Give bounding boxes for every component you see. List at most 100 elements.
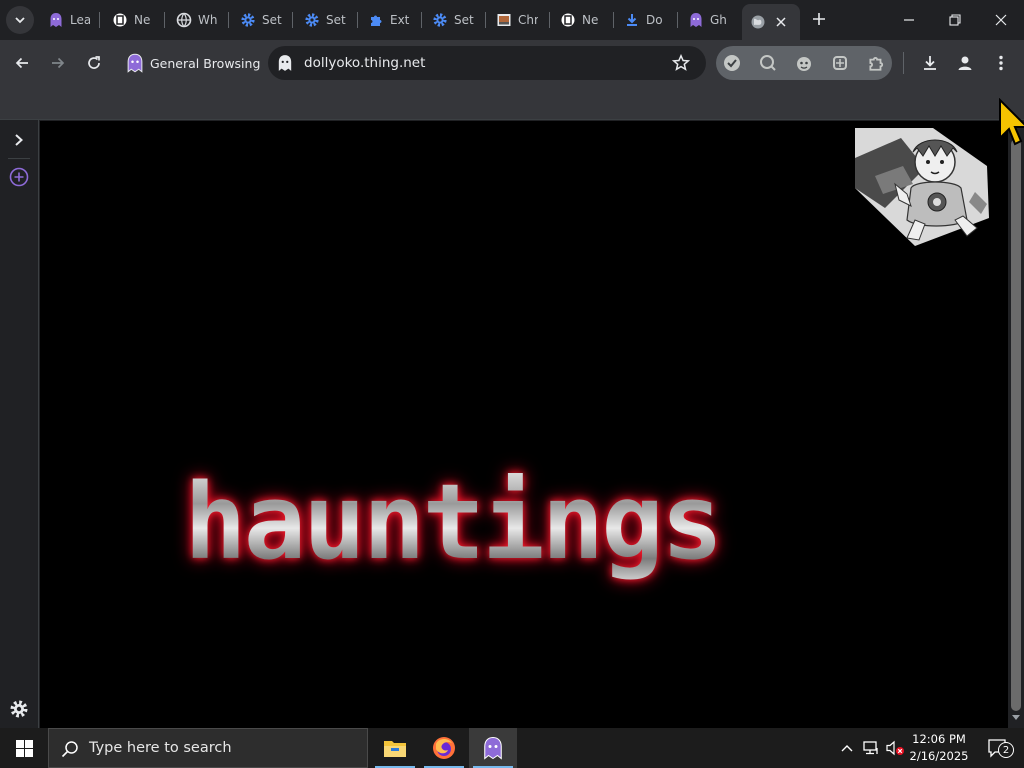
plus-circle-icon bbox=[9, 167, 29, 187]
star-icon bbox=[672, 54, 690, 71]
tab-title: Do bbox=[646, 13, 663, 27]
globe-icon bbox=[176, 12, 192, 28]
tab-title: Chr bbox=[518, 13, 538, 27]
clock-time: 12:06 PM bbox=[912, 732, 966, 746]
add-panel-button[interactable] bbox=[8, 166, 30, 188]
restore-icon bbox=[949, 14, 961, 26]
tab-title: Set bbox=[326, 13, 346, 27]
taskbar-search-box[interactable]: Type here to search bbox=[48, 728, 368, 768]
url-text[interactable]: dollyoko.thing.net bbox=[304, 55, 425, 71]
scroll-down-arrow-icon[interactable] bbox=[1012, 713, 1020, 721]
bookmark-star-button[interactable] bbox=[672, 54, 690, 72]
hauntings-headline: hauntings bbox=[184, 461, 724, 583]
minimize-button[interactable] bbox=[886, 0, 932, 40]
restore-button[interactable] bbox=[932, 0, 978, 40]
tab-2[interactable]: Ne bbox=[104, 6, 162, 34]
tab-separator bbox=[99, 12, 100, 28]
puzzle-icon bbox=[368, 12, 384, 28]
magnifier-icon bbox=[760, 55, 776, 71]
reload-icon bbox=[88, 56, 100, 69]
chrome-menu-button[interactable] bbox=[986, 48, 1016, 78]
check-circle-icon bbox=[724, 55, 740, 71]
face-icon bbox=[797, 57, 811, 71]
back-button[interactable] bbox=[7, 48, 37, 78]
tab-strip: Lea Ne Wh Set Set Ext Set Chr Ne Do Gh bbox=[0, 0, 1024, 40]
profile-chip[interactable]: General Browsing bbox=[118, 48, 268, 78]
tab-title: Wh bbox=[198, 13, 218, 27]
start-button[interactable] bbox=[0, 728, 48, 768]
close-icon bbox=[776, 17, 786, 27]
toolbar-divider bbox=[903, 52, 904, 74]
tab-6[interactable]: Ext bbox=[360, 6, 418, 34]
volume-muted-icon bbox=[886, 740, 904, 756]
mouse-cursor-icon bbox=[999, 98, 1024, 146]
extensions-menu-button[interactable] bbox=[864, 51, 888, 75]
forward-button[interactable] bbox=[43, 48, 73, 78]
sidebar-settings-button[interactable] bbox=[8, 698, 30, 720]
tab-4[interactable]: Set bbox=[232, 6, 290, 34]
close-tab-button[interactable] bbox=[776, 17, 786, 27]
arrow-right-icon bbox=[52, 57, 65, 69]
tab-7[interactable]: Set bbox=[424, 6, 482, 34]
sidebar-divider bbox=[8, 158, 30, 159]
volume-tray-button[interactable] bbox=[885, 738, 905, 758]
tab-10[interactable]: Do bbox=[616, 6, 674, 34]
address-bar[interactable]: dollyoko.thing.net bbox=[268, 46, 706, 80]
gear-icon bbox=[240, 12, 256, 28]
person-icon bbox=[958, 56, 972, 70]
tab-5[interactable]: Set bbox=[296, 6, 354, 34]
page-scrollbar[interactable] bbox=[1008, 121, 1024, 728]
ghost-icon bbox=[48, 12, 64, 28]
kebab-menu-icon bbox=[999, 55, 1003, 71]
taskbar-ghost-browser[interactable] bbox=[469, 728, 517, 768]
tab-title: Lea bbox=[70, 13, 90, 27]
page-content: hauntings bbox=[40, 121, 1008, 728]
tab-separator bbox=[485, 12, 486, 28]
reload-button[interactable] bbox=[79, 48, 109, 78]
extension-search-button[interactable] bbox=[756, 51, 780, 75]
tab-separator bbox=[292, 12, 293, 28]
new-tab-button[interactable] bbox=[808, 8, 830, 30]
show-hidden-icons-button[interactable] bbox=[837, 738, 857, 758]
download-icon bbox=[924, 56, 936, 70]
taskbar-firefox[interactable] bbox=[420, 728, 468, 768]
tab-title: Ext bbox=[390, 13, 410, 27]
scrollbar-thumb[interactable] bbox=[1011, 139, 1021, 711]
extension-face-button[interactable] bbox=[792, 51, 816, 75]
tab-9[interactable]: Ne bbox=[552, 6, 610, 34]
taskbar-clock[interactable]: 12:06 PM 2/16/2025 bbox=[904, 731, 974, 765]
tab-title: Set bbox=[454, 13, 474, 27]
profile-label: General Browsing bbox=[150, 55, 261, 71]
expand-sidebar-button[interactable] bbox=[9, 130, 29, 150]
tab-1[interactable]: Lea bbox=[40, 6, 96, 34]
chevron-right-icon bbox=[15, 134, 23, 146]
firefox-icon bbox=[433, 737, 455, 759]
action-center-button[interactable]: 2 bbox=[978, 728, 1018, 768]
network-icon bbox=[863, 741, 878, 755]
tab-12-active[interactable] bbox=[742, 4, 800, 40]
tab-search-button[interactable] bbox=[6, 6, 34, 34]
search-icon bbox=[61, 741, 78, 758]
extensions-group bbox=[716, 46, 892, 80]
doll-image[interactable] bbox=[855, 128, 995, 246]
close-window-button[interactable] bbox=[978, 0, 1024, 40]
gear-icon bbox=[10, 700, 28, 718]
close-icon bbox=[995, 14, 1007, 26]
site-info-icon[interactable] bbox=[277, 54, 293, 72]
profile-button[interactable] bbox=[950, 48, 980, 78]
tab-separator bbox=[164, 12, 165, 28]
search-placeholder: Type here to search bbox=[89, 740, 232, 756]
tab-11[interactable]: Gh bbox=[680, 6, 738, 34]
tab-separator bbox=[613, 12, 614, 28]
extension-move-button[interactable] bbox=[828, 51, 852, 75]
tab-8[interactable]: Chr bbox=[488, 6, 546, 34]
downloads-button[interactable] bbox=[915, 48, 945, 78]
network-tray-button[interactable] bbox=[861, 738, 881, 758]
browser-toolbar: General Browsing dollyoko.thing.net bbox=[0, 40, 1024, 86]
extension-check-button[interactable] bbox=[720, 51, 744, 75]
tab-3[interactable]: Wh bbox=[168, 6, 226, 34]
arrow-left-icon bbox=[15, 57, 28, 69]
download-icon bbox=[624, 12, 640, 28]
tab-separator bbox=[357, 12, 358, 28]
taskbar-file-explorer[interactable] bbox=[371, 728, 419, 768]
